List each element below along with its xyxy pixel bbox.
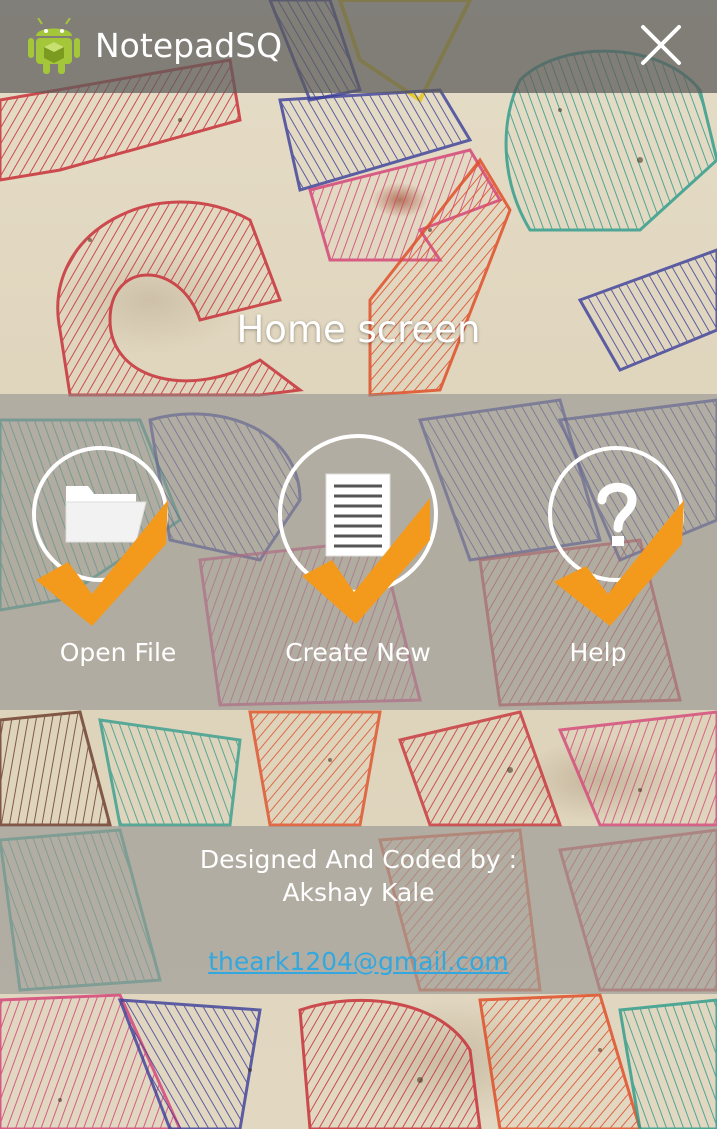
close-icon[interactable] <box>638 22 684 68</box>
folder-icon <box>65 486 147 543</box>
credits-heading: Designed And Coded by : <box>199 845 518 874</box>
credits-panel: Designed And Coded by : Akshay Kale thea… <box>0 826 717 994</box>
help-label: Help <box>569 638 627 667</box>
action-bar: NotepadSQ <box>0 0 717 93</box>
document-icon <box>325 473 391 557</box>
question-mark-icon <box>597 482 637 546</box>
page-title: Home screen <box>236 308 481 351</box>
open-file-graphic <box>32 446 168 626</box>
open-file-button[interactable]: Open File <box>18 434 218 694</box>
android-robot-icon[interactable] <box>28 17 80 74</box>
actions-panel: Open File Create New Help <box>0 394 717 710</box>
create-new-button[interactable]: Create New <box>258 434 458 694</box>
open-file-label: Open File <box>59 638 177 667</box>
app-title: NotepadSQ <box>95 26 283 65</box>
author-name: Akshay Kale <box>282 878 435 907</box>
create-new-graphic <box>278 434 438 624</box>
help-button[interactable]: Help <box>498 434 698 694</box>
email-link[interactable]: theark1204@gmail.com <box>0 945 717 979</box>
create-new-label: Create New <box>285 638 431 667</box>
help-graphic <box>548 446 684 626</box>
